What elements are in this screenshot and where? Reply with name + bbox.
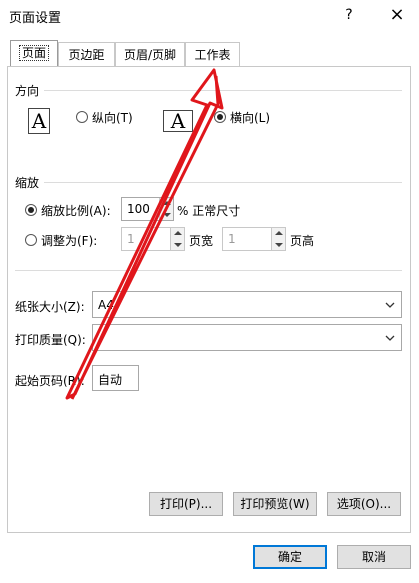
annotation-arrow-shape (65, 68, 224, 400)
annotation-arrow-icon (65, 68, 224, 400)
